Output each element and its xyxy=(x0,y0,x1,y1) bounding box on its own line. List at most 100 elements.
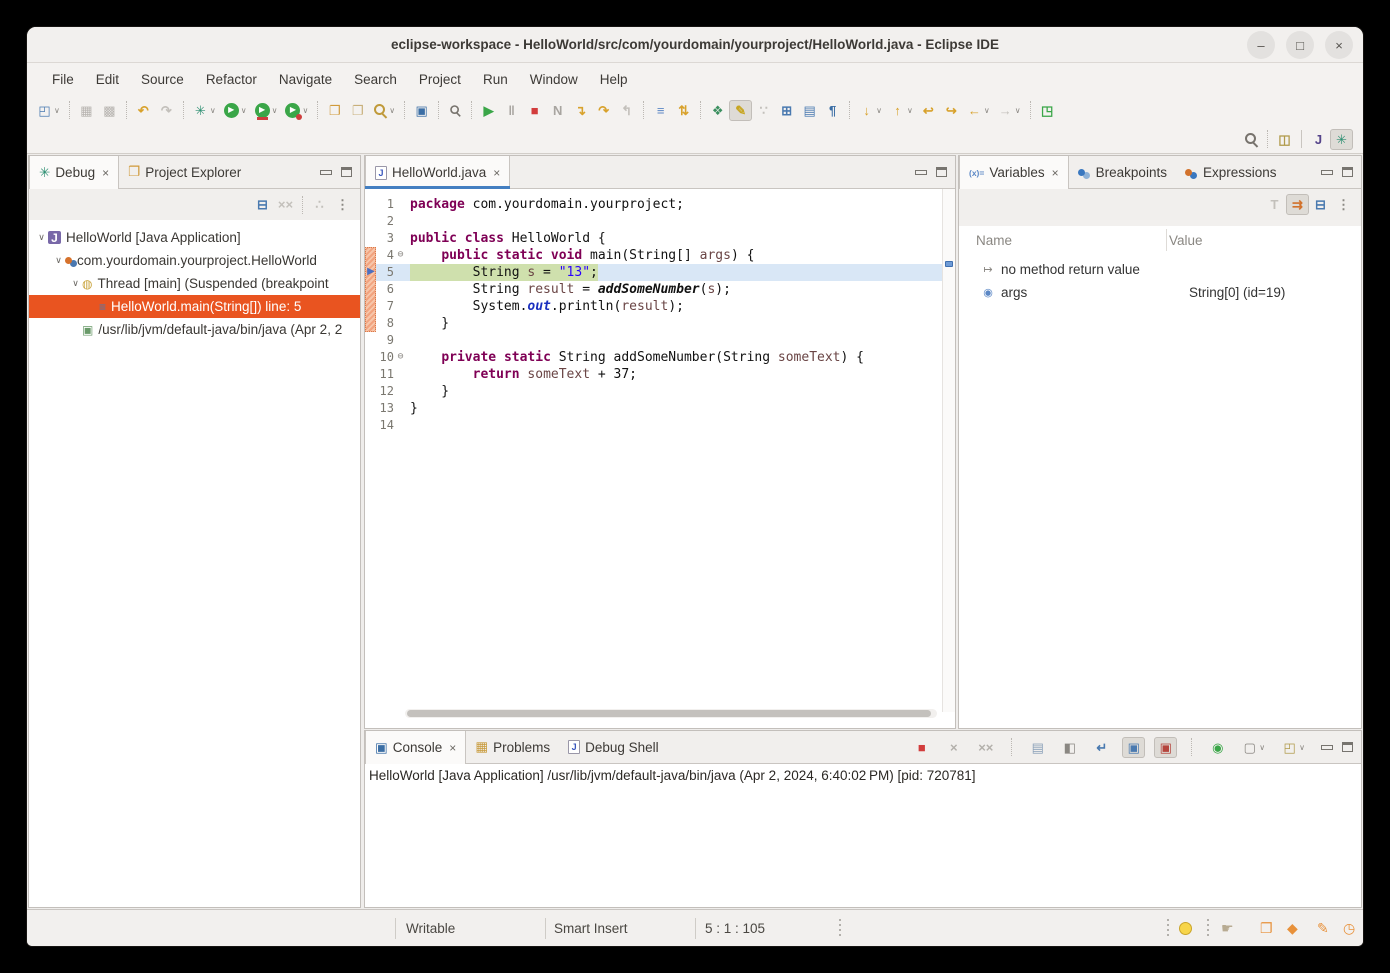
minimize-button[interactable]: – xyxy=(1247,31,1275,59)
collapse-all-icon[interactable]: ⊟ xyxy=(1309,194,1332,215)
value-column-header[interactable]: Value xyxy=(1169,233,1203,248)
forward-icon[interactable]: →∨ xyxy=(994,100,1025,121)
type-hierarchy-icon[interactable]: ⊞ xyxy=(775,100,798,121)
docs-icon[interactable]: ❐ xyxy=(1260,910,1273,946)
variables-table[interactable]: ↦no method return value◉argsString[0] (i… xyxy=(959,254,1361,728)
next-annotation-icon[interactable]: ↓∨ xyxy=(855,100,886,121)
java-perspective-icon[interactable]: J xyxy=(1307,129,1330,150)
menu-edit[interactable]: Edit xyxy=(85,72,130,87)
resume-icon[interactable]: ▶ xyxy=(477,100,500,121)
expand-chevron-icon[interactable]: ∨ xyxy=(69,278,82,289)
lightbulb-icon[interactable]: ● xyxy=(1179,910,1192,946)
close-icon[interactable]: × xyxy=(1052,166,1059,180)
maximize-view-icon[interactable] xyxy=(1342,167,1353,177)
group-by-icon[interactable]: ∴ xyxy=(308,194,331,215)
debug-tree-item[interactable]: ∨◍Thread [main] (Suspended (breakpoint xyxy=(29,272,360,295)
undo-icon[interactable]: ↶ xyxy=(132,100,155,121)
blog-icon[interactable]: ✎ xyxy=(1317,910,1329,946)
search-flashlight-icon[interactable]: ∨ xyxy=(369,100,399,120)
maximize-view-icon[interactable] xyxy=(341,167,352,177)
view-menu-icon[interactable]: ⋮ xyxy=(1332,194,1355,215)
debug-tree-item[interactable]: ≡HelloWorld.main(String[]) line: 5 xyxy=(29,295,360,318)
minimize-view-icon[interactable] xyxy=(1321,745,1333,750)
remove-all-icon[interactable]: ×× xyxy=(974,737,997,758)
redo-icon[interactable]: ↷ xyxy=(155,100,178,121)
word-wrap-icon[interactable]: ↵ xyxy=(1090,737,1113,758)
display-console-icon[interactable]: ▢∨ xyxy=(1238,737,1269,758)
horizontal-scrollbar[interactable] xyxy=(405,709,937,718)
menu-file[interactable]: File xyxy=(41,72,85,87)
coverage-icon[interactable]: ▶∨ xyxy=(251,101,282,120)
variable-row[interactable]: ↦no method return value xyxy=(959,258,1361,281)
debug-view-tab-debug[interactable]: ✳Debug× xyxy=(29,156,119,189)
column-divider[interactable] xyxy=(1166,229,1167,251)
status-drag-handle[interactable] xyxy=(839,919,841,938)
new-wizard-icon[interactable]: ◰∨ xyxy=(33,100,64,121)
minimize-view-icon[interactable] xyxy=(915,170,927,175)
fold-marker-icon[interactable]: ⊖ xyxy=(394,349,407,366)
open-console-icon[interactable]: ◰∨ xyxy=(1278,737,1309,758)
terminate-icon[interactable]: ■ xyxy=(910,737,933,758)
debug-tree-item[interactable]: ∨JHelloWorld [Java Application] xyxy=(29,226,360,249)
scrollbar-thumb[interactable] xyxy=(407,710,931,717)
current-line-marker[interactable] xyxy=(945,261,953,267)
prev-annotation-icon[interactable]: ↑∨ xyxy=(886,100,917,121)
debug-tree-item[interactable]: ▣/usr/lib/jvm/default-java/bin/java (Apr… xyxy=(29,318,360,341)
step-filters-icon[interactable]: ❖ xyxy=(706,100,729,121)
collapse-all-icon[interactable]: ⊟ xyxy=(251,194,274,215)
drop-to-frame-icon[interactable]: ⇅ xyxy=(672,100,695,121)
minimize-view-icon[interactable] xyxy=(1321,170,1333,175)
debug-perspective-icon[interactable]: ✳ xyxy=(1330,129,1353,150)
editor-tab-helloworld-java[interactable]: JHelloWorld.java× xyxy=(365,156,510,189)
variables-view-tab-breakpoints[interactable]: Breakpoints xyxy=(1069,156,1176,188)
debug-tree[interactable]: ∨JHelloWorld [Java Application]∨com.your… xyxy=(29,220,360,907)
remove-launch-icon[interactable]: × xyxy=(942,737,965,758)
mark-occurrences-small-icon[interactable] xyxy=(444,100,466,120)
mark-occurrences-icon[interactable]: ✎ xyxy=(729,100,752,121)
menu-search[interactable]: Search xyxy=(343,72,408,87)
hand-icon[interactable]: ☛ xyxy=(1221,910,1234,946)
pin-console-icon[interactable]: ◉ xyxy=(1206,737,1229,758)
content-assist-icon[interactable]: ∵ xyxy=(752,100,775,121)
open-resource-icon[interactable]: ❐ xyxy=(346,100,369,121)
fold-marker-icon[interactable]: ⊖ xyxy=(394,247,407,264)
show-type-names-icon[interactable]: T xyxy=(1263,194,1286,215)
view-menu-icon[interactable]: ⋮ xyxy=(331,194,354,215)
overview-ruler[interactable] xyxy=(942,189,955,712)
profile-icon[interactable]: ▶∨ xyxy=(281,101,312,120)
variables-view-tab-variables[interactable]: (x)=Variables× xyxy=(959,156,1069,189)
maximize-button[interactable]: □ xyxy=(1286,31,1314,59)
menu-run[interactable]: Run xyxy=(472,72,519,87)
menu-window[interactable]: Window xyxy=(519,72,589,87)
console-view-tab-debug-shell[interactable]: JDebug Shell xyxy=(559,731,668,763)
run-icon[interactable]: ▶∨ xyxy=(220,101,251,120)
expand-chevron-icon[interactable]: ∨ xyxy=(52,255,65,266)
maximize-view-icon[interactable] xyxy=(1342,742,1353,752)
whitespace-icon[interactable]: ¶ xyxy=(821,100,844,121)
back-icon[interactable]: ←∨ xyxy=(963,100,994,121)
next-edit-icon[interactable]: ↪ xyxy=(940,100,963,121)
menu-navigate[interactable]: Navigate xyxy=(268,72,343,87)
close-icon[interactable]: × xyxy=(102,166,109,180)
community-icon[interactable]: ◆ xyxy=(1287,910,1298,946)
step-into-icon[interactable]: ↴ xyxy=(569,100,592,121)
open-view-icon[interactable]: ◳ xyxy=(1036,100,1059,121)
close-button[interactable]: × xyxy=(1325,31,1353,59)
console-icon[interactable]: ▣ xyxy=(410,100,433,121)
close-icon[interactable]: × xyxy=(449,741,456,755)
step-return-icon[interactable]: ↰ xyxy=(615,100,638,121)
minimize-view-icon[interactable] xyxy=(320,170,332,175)
open-task-icon[interactable]: ❐ xyxy=(323,100,346,121)
save-icon[interactable]: ▦ xyxy=(75,100,98,121)
maximize-view-icon[interactable] xyxy=(936,167,947,177)
menu-refactor[interactable]: Refactor xyxy=(195,72,268,87)
search-icon[interactable] xyxy=(1240,129,1262,149)
debug-tree-item[interactable]: ∨com.yourdomain.yourproject.HelloWorld xyxy=(29,249,360,272)
step-over-icon[interactable]: ↷ xyxy=(592,100,615,121)
skip-breakpoints-icon[interactable]: ≡ xyxy=(649,100,672,121)
open-perspective-icon[interactable]: ◫ xyxy=(1273,129,1296,150)
menu-help[interactable]: Help xyxy=(589,72,639,87)
expand-chevron-icon[interactable]: ∨ xyxy=(35,232,48,243)
editor-text-area[interactable]: ▶ 1package com.yourdomain.yourproject;23… xyxy=(365,189,955,728)
logical-structure-icon[interactable]: ⇉ xyxy=(1286,194,1309,215)
